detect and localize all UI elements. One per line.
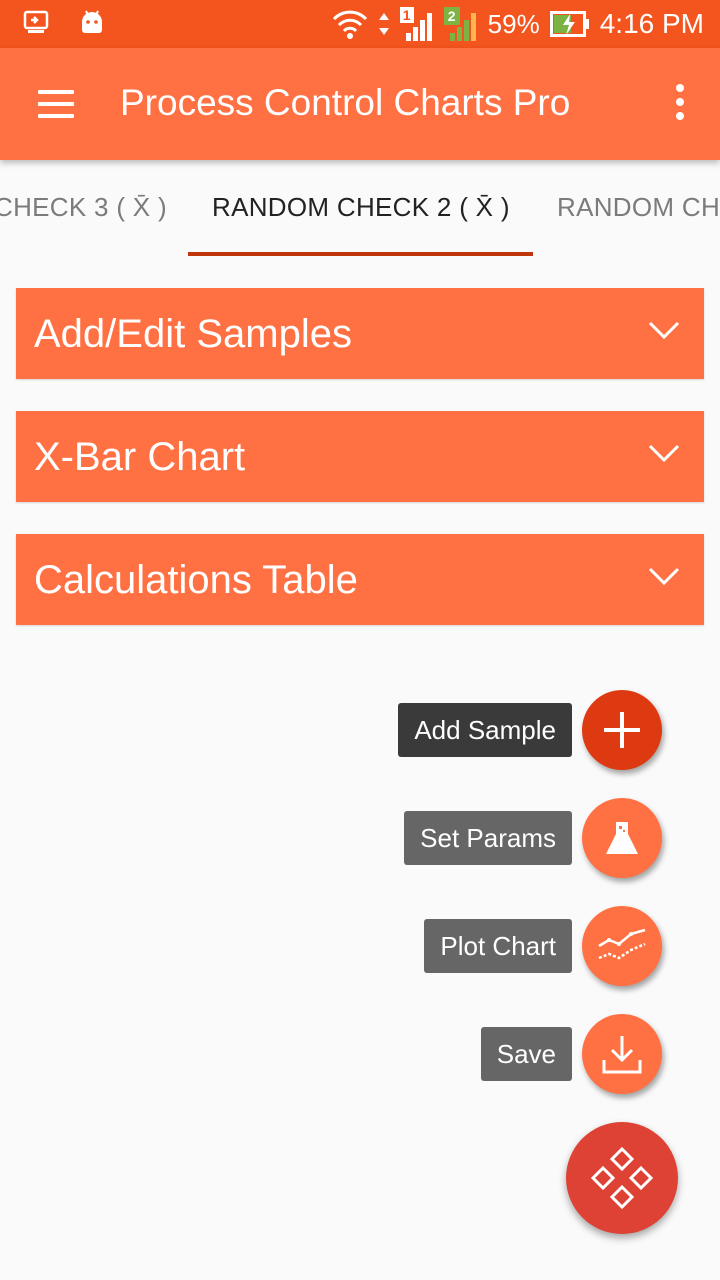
signal-icon: [449, 13, 476, 41]
main-fab-button[interactable]: [566, 1122, 678, 1234]
sim1-signal: 1: [399, 7, 434, 41]
save-button[interactable]: [582, 1014, 662, 1094]
battery-charging-icon: [549, 11, 589, 37]
card-title: Calculations Table: [34, 558, 358, 602]
hamburger-menu-icon[interactable]: [28, 80, 84, 128]
add-sample-label[interactable]: Add Sample: [398, 703, 572, 757]
diamonds-icon: [590, 1146, 654, 1210]
status-bar: 1 2 59% 4:16 PM: [0, 0, 720, 48]
tab-random-check-2[interactable]: RANDOM CHECK 2 ( X̄ ): [212, 192, 510, 223]
tab-bar: CHECK 3 ( X̄ ) RANDOM CHECK 2 ( X̄ ) RAN…: [0, 160, 720, 260]
app-bar: Process Control Charts Pro: [0, 48, 720, 160]
plot-chart-button[interactable]: [582, 906, 662, 986]
add-sample-button[interactable]: [582, 690, 662, 770]
set-params-label[interactable]: Set Params: [404, 811, 572, 865]
plot-chart-label[interactable]: Plot Chart: [424, 919, 572, 973]
plus-icon: [604, 712, 640, 748]
flask-icon: [606, 822, 638, 854]
clock: 4:16 PM: [599, 8, 704, 39]
download-icon: [602, 1036, 642, 1074]
wifi-icon: [332, 10, 367, 39]
chevron-down-icon: [648, 444, 680, 463]
save-label[interactable]: Save: [480, 1027, 572, 1081]
card-add-edit-samples[interactable]: Add/Edit Samples: [16, 288, 704, 379]
tab-indicator: [188, 252, 533, 256]
set-params-button[interactable]: [582, 798, 662, 878]
battery-percent: 59%: [487, 8, 540, 39]
card-title: X-Bar Chart: [34, 435, 246, 479]
card-calculations-table[interactable]: Calculations Table: [16, 534, 704, 625]
sim2-signal: 2: [443, 7, 478, 41]
signal-icon: [405, 13, 432, 41]
overflow-menu-icon[interactable]: [666, 84, 694, 124]
line-chart-icon: [598, 928, 646, 960]
android-debug-icon: [82, 10, 102, 33]
tab-random-check-next[interactable]: RANDOM CH: [557, 192, 720, 223]
card-title: Add/Edit Samples: [34, 312, 352, 356]
app-title: Process Control Charts Pro: [120, 82, 571, 123]
screen-cast-icon: [23, 10, 49, 33]
chevron-down-icon: [648, 567, 680, 586]
chevron-down-icon: [648, 321, 680, 340]
tab-check-3[interactable]: CHECK 3 ( X̄ ): [0, 192, 167, 223]
card-x-bar-chart[interactable]: X-Bar Chart: [16, 411, 704, 502]
data-arrows-icon: [378, 13, 389, 35]
